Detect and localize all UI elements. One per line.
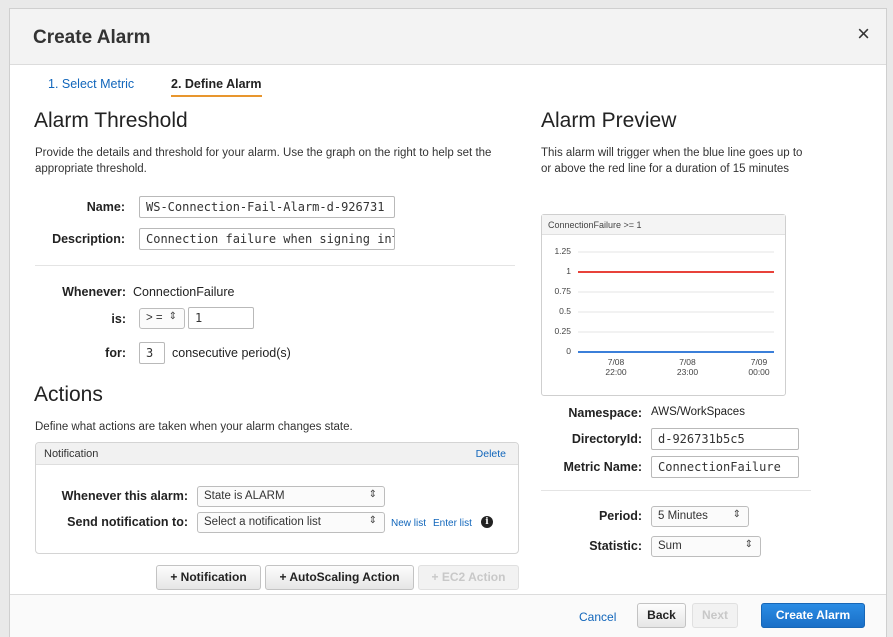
alarm-preview-chart: ConnectionFailure >= 1 1.25 1 0.75 0.5 0.25 0… [541, 214, 786, 396]
create-alarm-button[interactable]: Create Alarm [761, 603, 865, 628]
alarm-preview-description: This alarm will trigger when the blue li… [541, 147, 803, 175]
notification-panel-header: Notification Delete [36, 443, 518, 465]
operator-select[interactable]: > = ⇕ [139, 308, 185, 329]
description-input[interactable]: Connection failure when signing into V [139, 228, 395, 250]
whenever-label: Whenever: [62, 285, 126, 299]
alarm-threshold-heading: Alarm Threshold [34, 109, 188, 132]
metric-name-label: Metric Name: [563, 460, 643, 474]
enter-list-link[interactable]: Enter list [433, 518, 472, 529]
x-tick-date: 7/09 [750, 357, 768, 367]
notification-list-placeholder: Select a notification list [204, 516, 321, 528]
x-tick-time: 23:00 [676, 367, 699, 377]
add-autoscaling-action-button[interactable]: + AutoScaling Action [265, 565, 414, 590]
namespace-value: AWS/WorkSpaces [651, 406, 745, 418]
x-tick-label: 7/08 23:00 [668, 357, 708, 377]
back-button[interactable]: Back [637, 603, 686, 628]
alarm-state-value: State is ALARM [204, 490, 285, 502]
whenever-metric-value: ConnectionFailure [133, 285, 235, 299]
actions-heading: Actions [34, 383, 103, 406]
create-alarm-dialog: Create Alarm × 1. Select Metric 2. Defin… [9, 8, 887, 637]
notification-title: Notification [44, 448, 99, 460]
is-label: is: [111, 312, 126, 326]
dialog-header: Create Alarm × [10, 9, 886, 65]
divider [541, 490, 811, 491]
info-icon[interactable]: i [481, 516, 493, 528]
description-label: Description: [52, 232, 125, 246]
x-tick-label: 7/09 00:00 [739, 357, 779, 377]
step-select-metric[interactable]: 1. Select Metric [48, 77, 134, 91]
alarm-threshold-description: Provide the details and threshold for yo… [35, 147, 492, 175]
add-notification-button[interactable]: + Notification [156, 565, 261, 590]
next-button[interactable]: Next [692, 603, 738, 628]
name-label: Name: [86, 200, 125, 214]
select-arrows-icon: ⇕ [168, 311, 177, 322]
delete-notification-link[interactable]: Delete [476, 448, 506, 460]
dialog-footer: Cancel Back Next Create Alarm [10, 594, 886, 637]
send-notification-label: Send notification to: [67, 515, 188, 529]
select-arrows-icon: ⇕ [368, 515, 377, 526]
period-value: 5 Minutes [658, 510, 708, 522]
directory-id-field: d-926731b5c5 [651, 428, 799, 450]
name-input[interactable]: WS-Connection-Fail-Alarm-d-926731 [139, 196, 395, 218]
notification-list-select[interactable]: Select a notification list ⇕ [197, 512, 385, 533]
statistic-label: Statistic: [589, 539, 642, 553]
statistic-value: Sum [658, 540, 682, 552]
periods-suffix: consecutive period(s) [172, 346, 291, 360]
notification-panel: Notification Delete Whenever this alarm:… [35, 442, 519, 554]
metric-name-field: ConnectionFailure [651, 456, 799, 478]
directory-id-label: DirectoryId: [571, 432, 642, 446]
x-tick-label: 7/08 22:00 [596, 357, 636, 377]
dialog-title: Create Alarm [33, 27, 151, 48]
select-arrows-icon: ⇕ [368, 489, 377, 500]
divider [35, 265, 515, 266]
periods-input[interactable]: 3 [139, 342, 165, 364]
x-tick-time: 00:00 [748, 367, 770, 377]
select-arrows-icon: ⇕ [732, 509, 741, 520]
alarm-preview-heading: Alarm Preview [541, 109, 677, 132]
statistic-select[interactable]: Sum ⇕ [651, 536, 761, 557]
for-label: for: [105, 346, 126, 360]
operator-value: > = [146, 312, 163, 324]
cancel-link[interactable]: Cancel [579, 610, 616, 624]
close-icon[interactable]: × [857, 23, 870, 45]
period-select[interactable]: 5 Minutes ⇕ [651, 506, 749, 527]
actions-description: Define what actions are taken when your … [35, 421, 353, 433]
namespace-label: Namespace: [568, 406, 642, 420]
whenever-alarm-label: Whenever this alarm: [61, 489, 188, 503]
period-label: Period: [598, 509, 642, 523]
step-define-alarm[interactable]: 2. Define Alarm [171, 77, 262, 97]
select-arrows-icon: ⇕ [744, 539, 753, 550]
new-list-link[interactable]: New list [391, 518, 426, 529]
threshold-input[interactable]: 1 [188, 307, 254, 329]
add-ec2-action-button[interactable]: + EC2 Action [418, 565, 519, 590]
alarm-state-select[interactable]: State is ALARM ⇕ [197, 486, 385, 507]
x-tick-time: 22:00 [605, 367, 627, 377]
x-tick-date: 7/08 [607, 357, 625, 367]
x-tick-date: 7/08 [679, 357, 696, 367]
